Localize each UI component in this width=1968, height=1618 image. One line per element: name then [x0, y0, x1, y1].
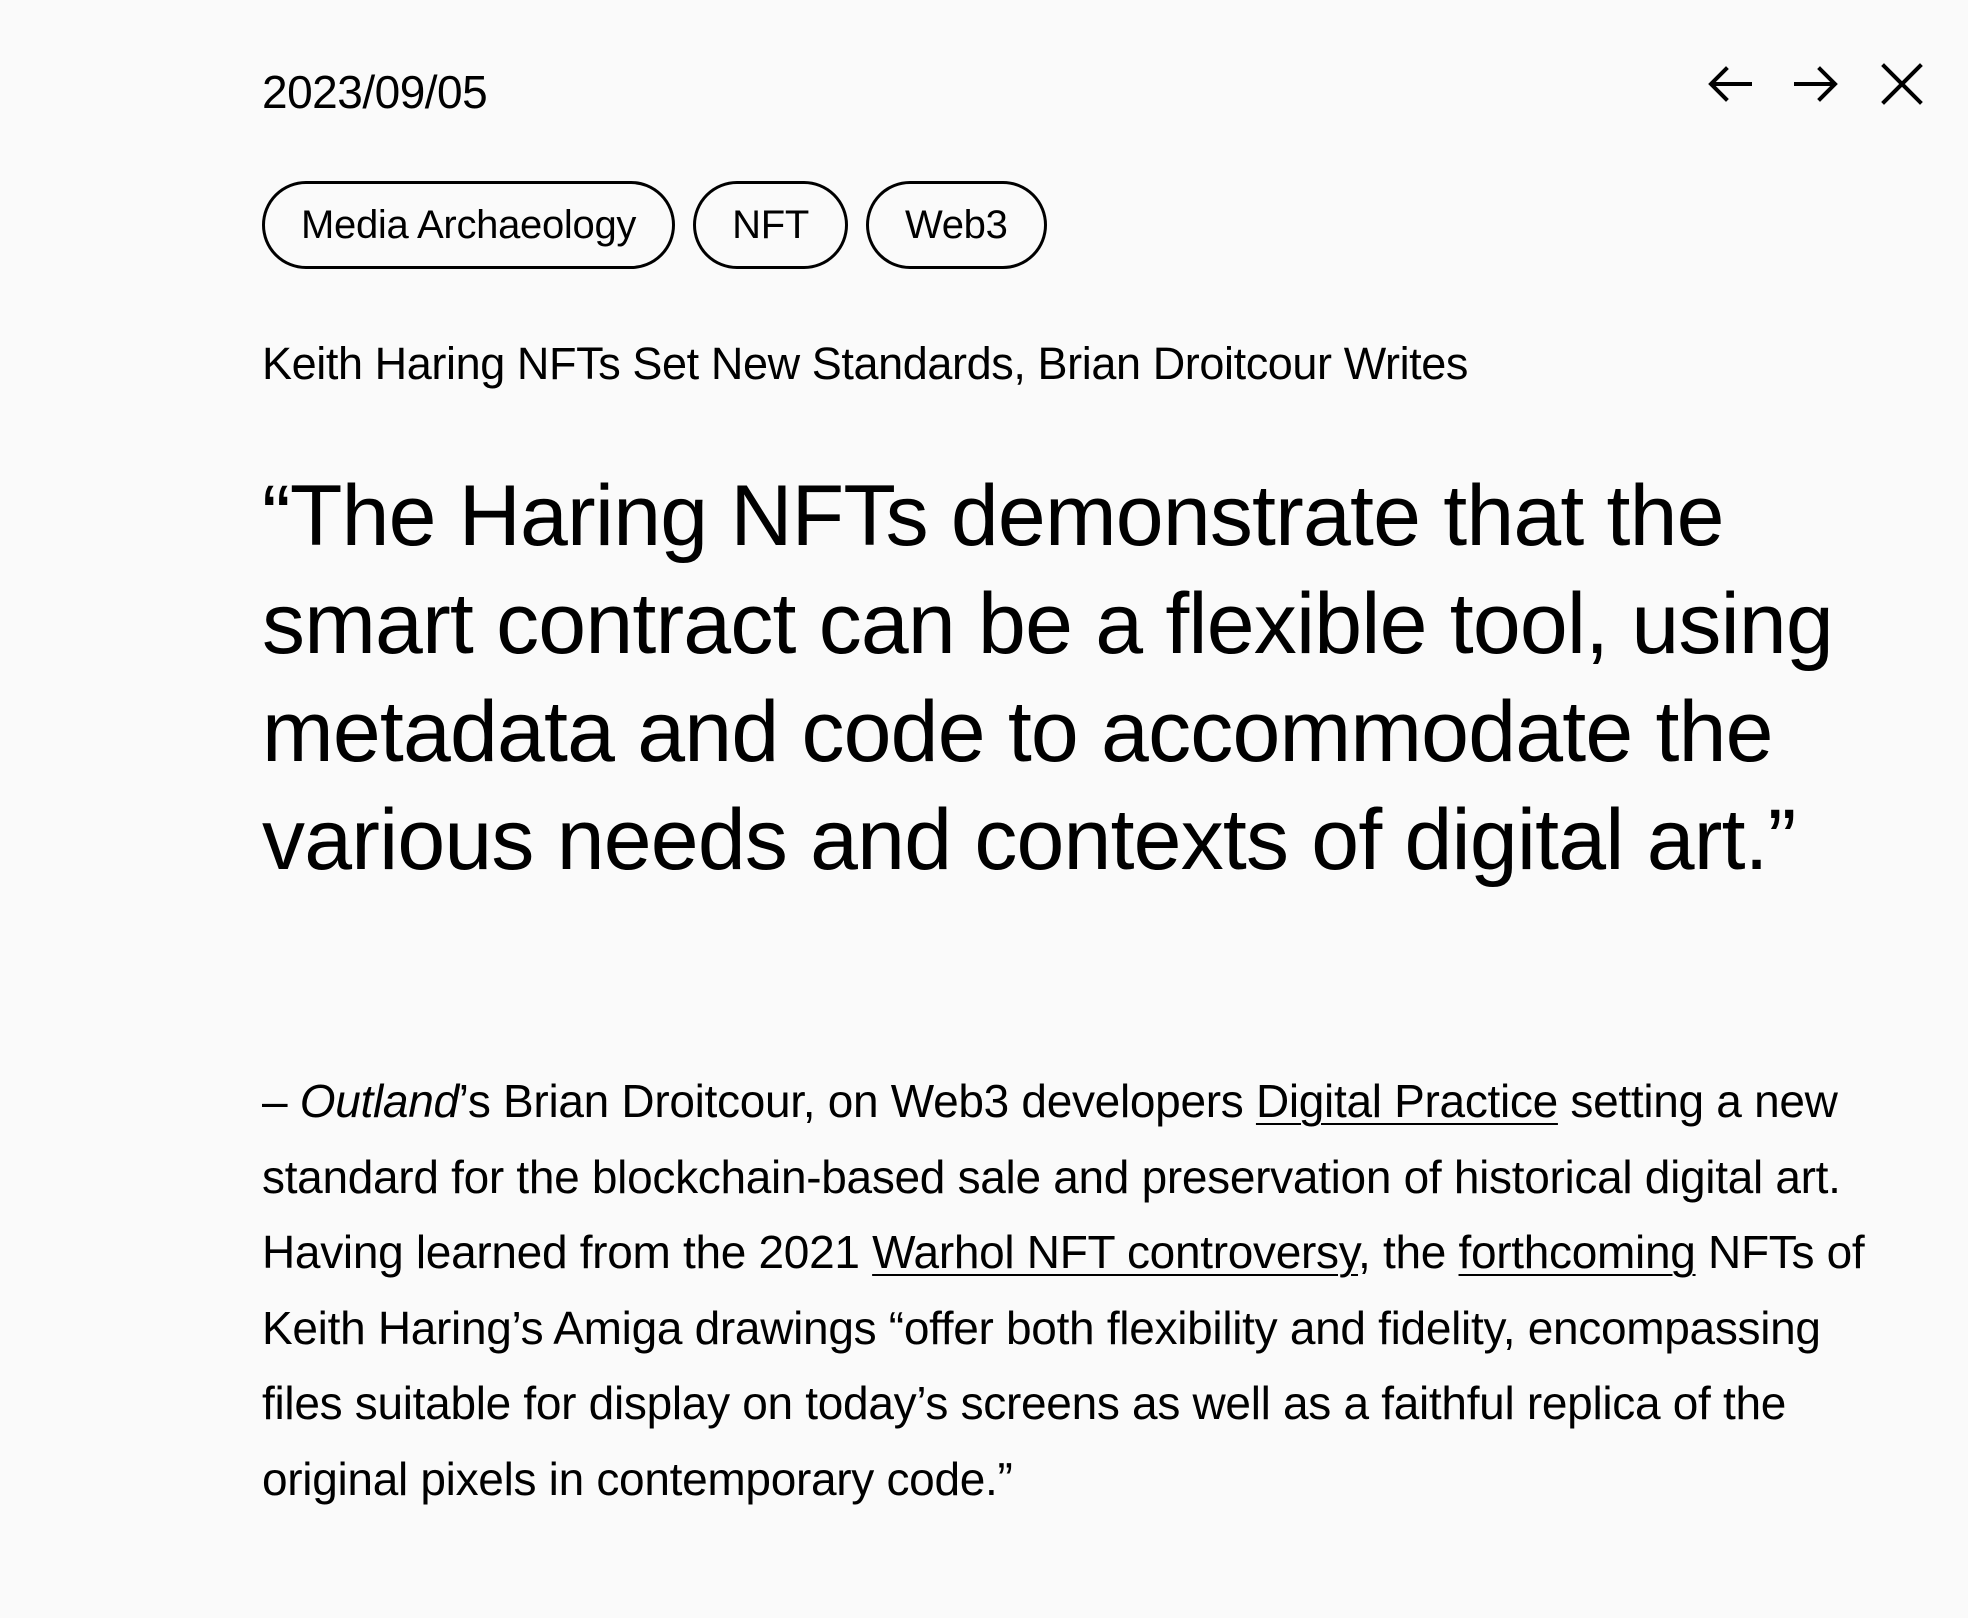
- article-headline: Keith Haring NFTs Set New Standards, Bri…: [262, 338, 1469, 389]
- digital-practice-link[interactable]: Digital Practice: [1256, 1075, 1558, 1127]
- article-page: 2023/09/05 Media Archaeology NFT Web3 Ke…: [0, 0, 1968, 1618]
- publication-name: Outland: [299, 1075, 459, 1127]
- body-text: , the: [1358, 1226, 1459, 1278]
- body-text: ’s Brian Droitcour, on Web3 developers: [458, 1075, 1256, 1127]
- arrow-right-icon: [1794, 66, 1838, 102]
- tag-nft[interactable]: NFT: [693, 181, 848, 269]
- forthcoming-link[interactable]: forthcoming: [1459, 1226, 1696, 1278]
- warhol-nft-controversy-link[interactable]: Warhol NFT controversy: [872, 1226, 1358, 1278]
- close-icon: [1881, 63, 1923, 105]
- tag-media-archaeology[interactable]: Media Archaeology: [262, 181, 676, 269]
- post-date: 2023/09/05: [262, 66, 488, 118]
- tag-web3[interactable]: Web3: [865, 181, 1047, 269]
- article-navigation: [1704, 58, 1928, 110]
- arrow-left-icon: [1708, 66, 1752, 102]
- body-dash: –: [262, 1075, 300, 1127]
- pull-quote: “The Haring NFTs demonstrate that the sm…: [262, 468, 1834, 888]
- previous-button[interactable]: [1704, 58, 1756, 110]
- next-button[interactable]: [1790, 58, 1842, 110]
- tag-list: Media Archaeology NFT Web3: [262, 181, 1047, 269]
- article-body: – Outland’s Brian Droitcour, on Web3 dev…: [262, 1064, 1902, 1517]
- close-button[interactable]: [1876, 58, 1928, 110]
